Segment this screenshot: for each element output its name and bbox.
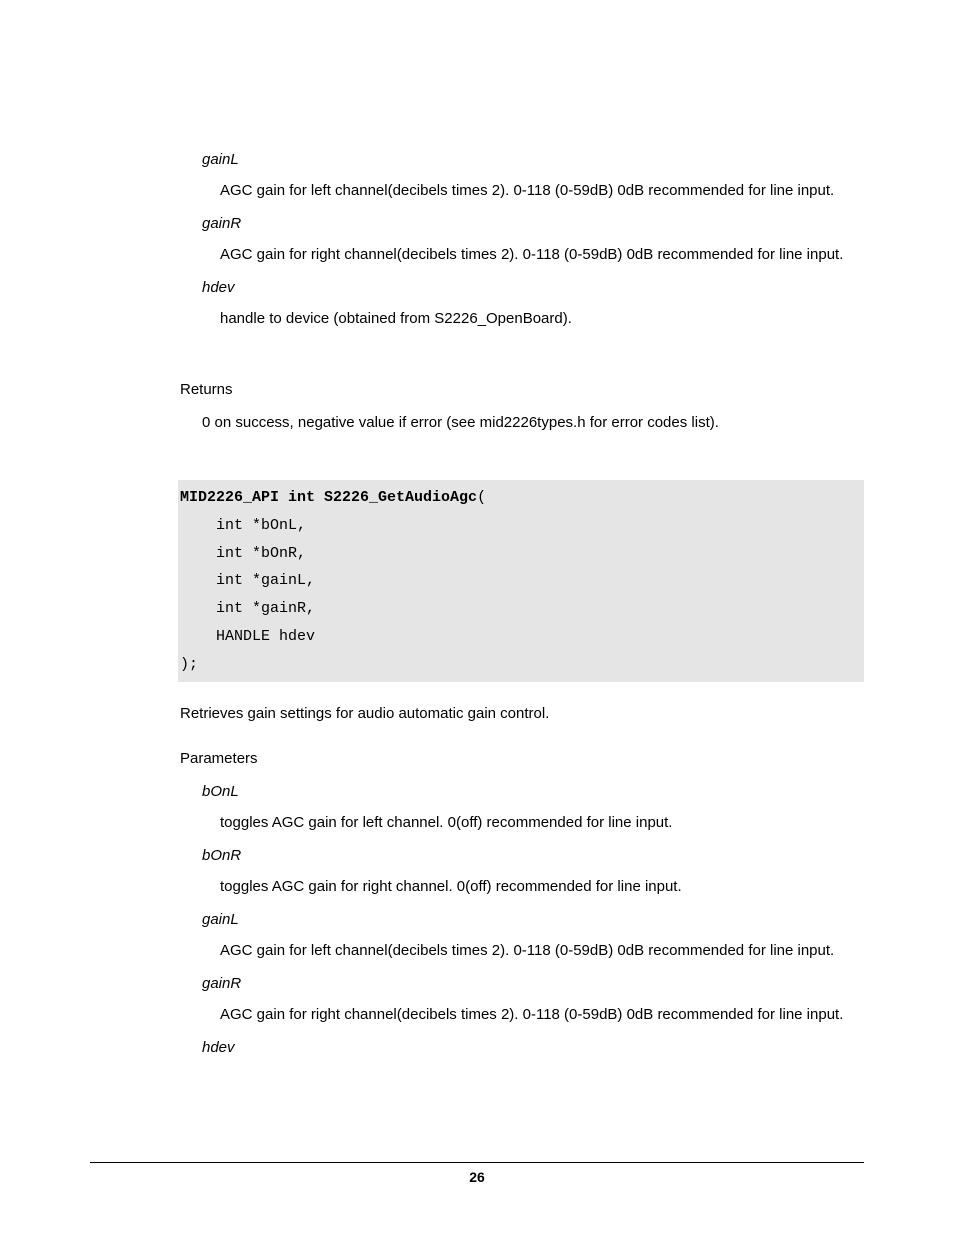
param-group-gainL2: gainL AGC gain for left channel(decibels… (180, 906, 864, 964)
code-line: int *bOnR, (180, 545, 306, 562)
code-block: MID2226_API int S2226_GetAudioAgc( int *… (178, 480, 864, 682)
param-desc-gainL2: AGC gain for left channel(decibels times… (220, 937, 864, 964)
function-description: Retrieves gain settings for audio automa… (180, 700, 864, 727)
param-group-gainR: gainR AGC gain for right channel(decibel… (180, 210, 864, 268)
code-line: int *bOnL, (180, 517, 306, 534)
param-desc-gainR2: AGC gain for right channel(decibels time… (220, 1001, 864, 1028)
code-line: ); (180, 656, 198, 673)
code-open-paren: ( (477, 489, 486, 506)
param-name-gainR: gainR (202, 210, 864, 237)
param-group-hdev: hdev handle to device (obtained from S22… (180, 274, 864, 332)
param-name-bOnL: bOnL (202, 778, 864, 805)
param-name-gainL: gainL (202, 146, 864, 173)
param-group-hdev2: hdev (180, 1034, 864, 1061)
param-desc-bOnR: toggles AGC gain for right channel. 0(of… (220, 873, 864, 900)
code-line: int *gainR, (180, 600, 315, 617)
returns-desc: 0 on success, negative value if error (s… (202, 409, 864, 436)
param-desc-gainL: AGC gain for left channel(decibels times… (220, 177, 864, 204)
code-signature: MID2226_API int S2226_GetAudioAgc (180, 489, 477, 506)
param-name-bOnR: bOnR (202, 842, 864, 869)
param-desc-gainR: AGC gain for right channel(decibels time… (220, 241, 864, 268)
param-group-gainR2: gainR AGC gain for right channel(decibel… (180, 970, 864, 1028)
page-footer: 26 (90, 1162, 864, 1185)
param-name-gainR2: gainR (202, 970, 864, 997)
param-name-hdev: hdev (202, 274, 864, 301)
returns-label: Returns (180, 376, 864, 403)
page-number: 26 (469, 1169, 485, 1185)
code-line: int *gainL, (180, 572, 315, 589)
code-line: HANDLE hdev (180, 628, 315, 645)
param-name-hdev2: hdev (202, 1034, 864, 1061)
param-name-gainL2: gainL (202, 906, 864, 933)
param-desc-bOnL: toggles AGC gain for left channel. 0(off… (220, 809, 864, 836)
param-group-bOnR: bOnR toggles AGC gain for right channel.… (180, 842, 864, 900)
param-group-bOnL: bOnL toggles AGC gain for left channel. … (180, 778, 864, 836)
page-content: gainL AGC gain for left channel(decibels… (0, 0, 954, 1121)
parameters-label: Parameters (180, 745, 864, 772)
param-group-gainL: gainL AGC gain for left channel(decibels… (180, 146, 864, 204)
param-desc-hdev: handle to device (obtained from S2226_Op… (220, 305, 864, 332)
